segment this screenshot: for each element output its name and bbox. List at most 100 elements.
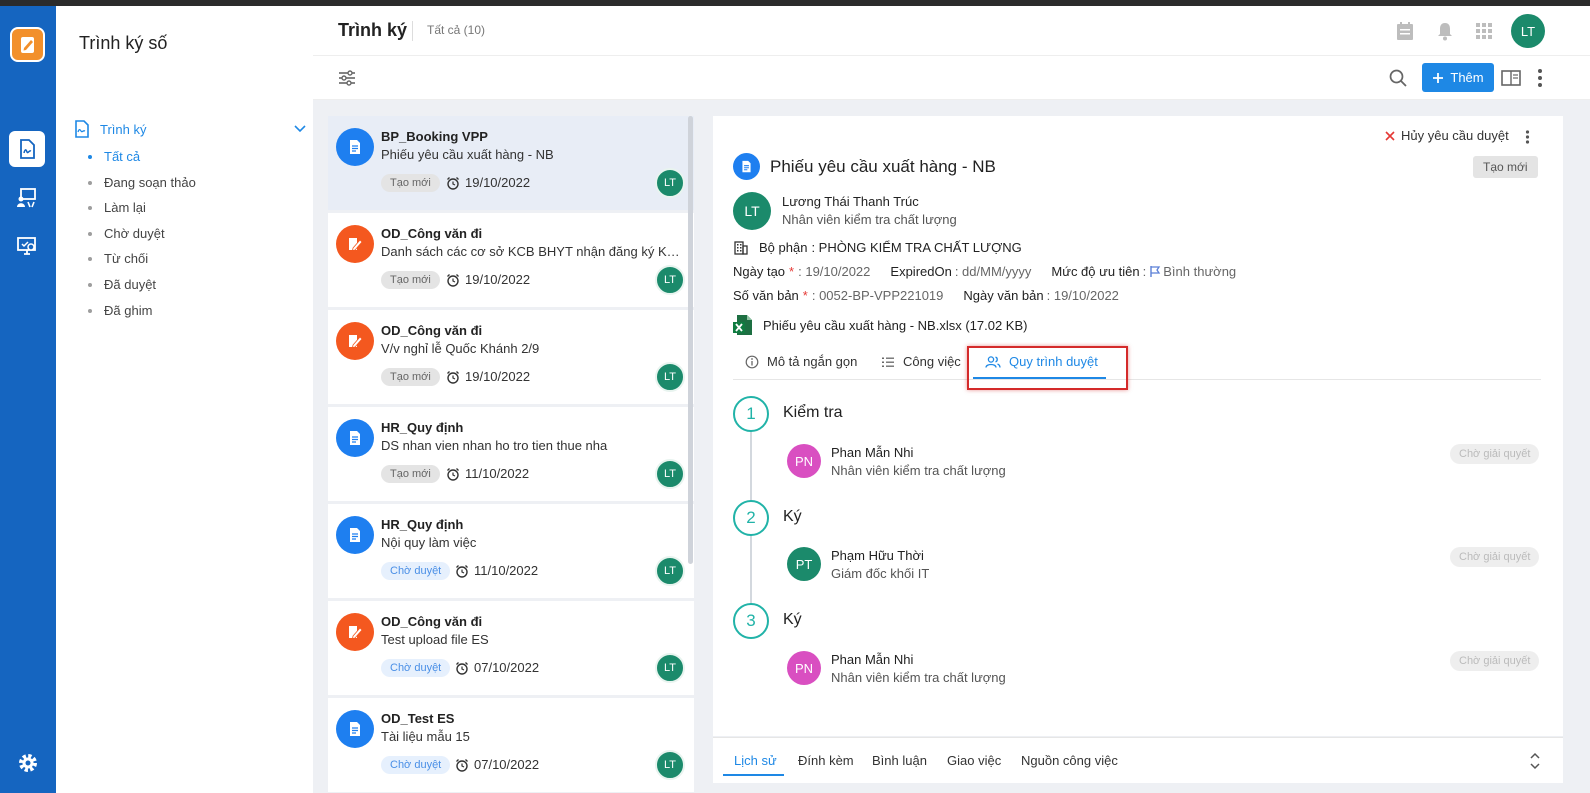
date-text: 11/10/2022	[465, 466, 530, 481]
more-vertical-icon[interactable]	[1537, 67, 1543, 89]
date-text: 19/10/2022	[465, 369, 531, 384]
calendar-icon[interactable]	[1394, 20, 1416, 42]
list-item-date: 19/10/2022	[446, 369, 530, 384]
tab-short-description[interactable]: Mô tả ngắn gọn	[745, 354, 857, 369]
sidebar-item-lam-lai[interactable]: Làm lại	[88, 200, 146, 215]
tab-attachments[interactable]: Đính kèm	[798, 753, 854, 768]
tab-label: Công việc	[903, 354, 961, 369]
list-item[interactable]: OD_Test ES Tài liệu mẫu 15 Chờ duyệt 07/…	[328, 698, 694, 792]
bottom-tabs: Lịch sử Đính kèm Bình luận Giao việc Ngu…	[713, 737, 1563, 783]
nav-sign-document-icon[interactable]	[9, 131, 45, 167]
tab-task-sources[interactable]: Nguồn công việc	[1021, 753, 1118, 768]
settings-gear-icon[interactable]	[16, 751, 40, 775]
list-item-subtitle: Nội quy làm việc	[381, 535, 477, 550]
sidebar-item-cho-duyet[interactable]: Chờ duyệt	[88, 226, 165, 241]
tab-assign-tasks[interactable]: Giao việc	[947, 753, 1001, 768]
sidebar-item-label: Đã duyệt	[104, 277, 157, 292]
list-item[interactable]: OD_Công văn đi Danh sách các cơ sở KCB B…	[328, 213, 694, 307]
status-badge: Tạo mới	[381, 174, 440, 192]
apps-grid-icon[interactable]	[1473, 20, 1495, 42]
creator-name: Lương Thái Thanh Trúc	[782, 194, 919, 209]
avatar: LT	[655, 265, 685, 295]
list-item[interactable]: BP_Booking VPP Phiếu yêu cầu xuất hàng -…	[328, 116, 694, 210]
status-badge: Chờ giải quyết	[1450, 651, 1540, 671]
excel-file-icon	[733, 315, 752, 335]
priority-colon: :	[1142, 264, 1147, 279]
step-label: Ký	[783, 508, 802, 525]
search-icon[interactable]	[1388, 68, 1408, 88]
list-item[interactable]: OD_Công văn đi V/v nghỉ lễ Quốc Khánh 2/…	[328, 310, 694, 404]
content-area: BP_Booking VPP Phiếu yêu cầu xuất hàng -…	[313, 100, 1590, 793]
info-icon	[745, 355, 759, 368]
department-label: Bộ phận	[759, 239, 808, 255]
status-badge: Chờ duyệt	[381, 562, 451, 580]
list-item[interactable]: OD_Công văn đi Test upload file ES Chờ d…	[328, 601, 694, 695]
sidebar-item-tat-ca[interactable]: Tất cả	[88, 149, 140, 164]
cancel-approval-button[interactable]: Hủy yêu cầu duyệt	[1385, 128, 1509, 143]
status-badge: Tạo mới	[1473, 156, 1538, 178]
nav-monitor-icon[interactable]	[9, 228, 45, 264]
date-text: 19/10/2022	[465, 175, 531, 190]
tab-label: Mô tả ngắn gọn	[767, 354, 858, 369]
avatar: LT	[655, 459, 685, 489]
app-logo-icon[interactable]	[10, 27, 45, 62]
list-scrollbar[interactable]	[688, 116, 693, 564]
chevron-down-icon[interactable]	[294, 125, 306, 133]
panel-layout-icon[interactable]	[1500, 68, 1522, 88]
approver-role: Nhân viên kiểm tra chất lượng	[831, 670, 1006, 685]
avatar: LT	[655, 653, 685, 683]
alarm-clock-icon	[447, 467, 459, 481]
required-mark: *	[789, 264, 795, 279]
step-number: 2	[733, 500, 769, 536]
list-item-subtitle: Tài liệu mẫu 15	[381, 729, 470, 744]
active-tab-indicator	[723, 774, 784, 776]
header-divider	[412, 21, 413, 41]
top-header: Trình ký Tất cả (10) LT	[313, 6, 1590, 56]
attachment-file-name: Phiếu yêu cầu xuất hàng - NB.xlsx (17.02…	[763, 317, 1028, 333]
sidebar-item-label: Đang soạn thảo	[104, 175, 196, 190]
document-list: BP_Booking VPP Phiếu yêu cầu xuất hàng -…	[328, 116, 696, 793]
user-avatar[interactable]: LT	[1511, 14, 1545, 48]
meta-row-1: Ngày tạo * : 19/10/2022 ExpiredOn : dd/M…	[733, 264, 1236, 279]
list-item-date: 19/10/2022	[446, 175, 530, 190]
tab-history[interactable]: Lịch sử	[734, 753, 777, 768]
attachment-file[interactable]: Phiếu yêu cầu xuất hàng - NB.xlsx (17.02…	[733, 314, 1027, 336]
list-item[interactable]: HR_Quy định Nội quy làm việc Chờ duyệt 1…	[328, 504, 694, 598]
status-badge: Chờ duyệt	[381, 659, 451, 677]
step-number: 1	[733, 396, 769, 432]
document-number-value: : 0052-BP-VPP221019	[811, 288, 944, 303]
tab-tasks[interactable]: Công việc	[881, 354, 961, 369]
page-title: Trình ký	[338, 20, 408, 40]
sidebar-item-da-duyet[interactable]: Đã duyệt	[88, 277, 156, 292]
meta-row-2: Số văn bản * : 0052-BP-VPP221019 Ngày vă…	[733, 288, 1119, 303]
document-icon	[733, 153, 760, 180]
bell-icon[interactable]	[1434, 20, 1456, 42]
tab-comments[interactable]: Bình luận	[872, 753, 927, 768]
avatar: LT	[655, 556, 685, 586]
close-icon	[1385, 130, 1395, 141]
sidebar-item-tu-choi[interactable]: Từ chối	[88, 251, 148, 266]
alarm-clock-icon	[447, 273, 459, 287]
flag-icon	[1150, 266, 1161, 277]
filter-sliders-icon[interactable]	[337, 68, 357, 88]
nav-meeting-icon[interactable]	[9, 180, 45, 216]
approver-avatar: PN	[787, 444, 821, 478]
sidebar-group-trinh-ky[interactable]: Trình ký	[74, 119, 306, 139]
date-text: 19/10/2022	[465, 272, 531, 287]
status-badge: Chờ giải quyết	[1450, 444, 1540, 464]
list-item-title: HR_Quy định	[381, 517, 464, 532]
sidebar-item-da-ghim[interactable]: Đã ghim	[88, 303, 152, 318]
list-item[interactable]: HR_Quy định DS nhan vien nhan ho tro tie…	[328, 407, 694, 501]
step-number: 3	[733, 603, 769, 639]
add-button[interactable]: Thêm	[1422, 63, 1494, 92]
sidebar-item-label: Làm lại	[104, 200, 146, 215]
list-item-subtitle: DS nhan vien nhan ho tro tien thue nha	[381, 438, 608, 453]
sidebar-item-dang-soan-thao[interactable]: Đang soạn thảo	[88, 175, 196, 190]
date-text: 07/10/2022	[474, 660, 540, 675]
list-item-title: OD_Công văn đi	[381, 614, 483, 629]
expand-collapse-icon[interactable]	[1528, 752, 1542, 770]
step-label: Kiểm tra	[783, 404, 843, 421]
more-vertical-icon[interactable]	[1525, 129, 1530, 145]
creator-avatar: LT	[733, 192, 771, 230]
priority-value: Bình thường	[1163, 264, 1237, 279]
